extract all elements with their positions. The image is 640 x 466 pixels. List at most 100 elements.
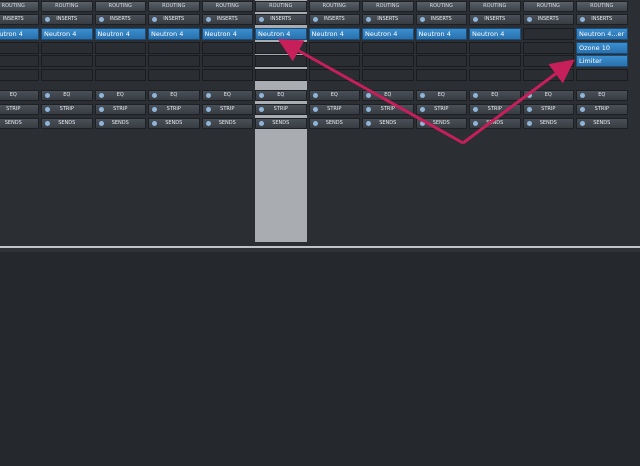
routing-button[interactable]: ROUTING (255, 1, 307, 12)
eq-section[interactable]: EQ (308, 90, 360, 101)
inserts-section-header[interactable]: INSERTS (0, 14, 39, 25)
routing-button[interactable]: ROUTING (469, 1, 521, 12)
insert-slot[interactable]: Neutron 4 (148, 28, 200, 40)
sends-section[interactable]: SENDS (415, 118, 467, 129)
insert-slot[interactable] (308, 41, 360, 54)
routing-button[interactable]: ROUTING (201, 1, 253, 12)
insert-slot[interactable] (469, 41, 521, 54)
strip-section[interactable]: STRIP (415, 104, 467, 115)
insert-slot[interactable] (201, 41, 253, 54)
insert-slot[interactable] (148, 68, 200, 81)
inserts-section-header[interactable]: INSERTS (522, 14, 574, 25)
inserts-section-header[interactable]: INSERTS (201, 14, 253, 25)
strip-section[interactable]: STRIP (148, 104, 200, 115)
strip-section[interactable]: STRIP (362, 104, 414, 115)
sends-section[interactable]: SENDS (201, 118, 253, 129)
insert-slot[interactable] (362, 41, 414, 54)
inserts-section-header[interactable]: INSERTS (415, 14, 467, 25)
insert-slot[interactable] (148, 41, 200, 54)
inserts-section-header[interactable]: INSERTS (94, 14, 146, 25)
insert-slot[interactable] (148, 55, 200, 67)
eq-section[interactable]: EQ (0, 90, 39, 101)
inserts-section-header[interactable]: INSERTS (576, 14, 628, 25)
routing-button[interactable]: ROUTING (41, 1, 93, 12)
insert-slot[interactable] (415, 55, 467, 67)
eq-section[interactable]: EQ (362, 90, 414, 101)
insert-slot[interactable]: Ozone 10 (576, 41, 628, 54)
inserts-section-header[interactable]: INSERTS (362, 14, 414, 25)
eq-section[interactable]: EQ (576, 90, 628, 101)
insert-slot[interactable] (308, 68, 360, 81)
insert-slot[interactable]: Neutron 4 (255, 28, 307, 40)
insert-slot[interactable] (201, 68, 253, 81)
inserts-section-header[interactable]: INSERTS (255, 14, 307, 25)
insert-slot[interactable] (0, 68, 39, 81)
insert-slot[interactable]: Neutron 4 (362, 28, 414, 40)
strip-section[interactable]: STRIP (469, 104, 521, 115)
insert-slot[interactable]: Neutron 4...er (576, 28, 628, 40)
routing-button[interactable]: ROUTING (522, 1, 574, 12)
insert-slot[interactable]: Neutron 4 (201, 28, 253, 40)
sends-section[interactable]: SENDS (308, 118, 360, 129)
insert-slot[interactable] (41, 41, 93, 54)
eq-section[interactable]: EQ (41, 90, 93, 101)
sends-section[interactable]: SENDS (94, 118, 146, 129)
insert-slot[interactable] (0, 41, 39, 54)
sends-section[interactable]: SENDS (576, 118, 628, 129)
eq-section[interactable]: EQ (201, 90, 253, 101)
insert-slot[interactable] (308, 55, 360, 67)
insert-slot[interactable]: Neutron 4 (308, 28, 360, 40)
insert-slot[interactable] (255, 41, 307, 54)
routing-button[interactable]: ROUTING (576, 1, 628, 12)
sends-section[interactable]: SENDS (469, 118, 521, 129)
inserts-section-header[interactable]: INSERTS (308, 14, 360, 25)
insert-slot[interactable]: Neutron 4 (41, 28, 93, 40)
routing-button[interactable]: ROUTING (362, 1, 414, 12)
insert-slot[interactable] (255, 55, 307, 67)
insert-slot[interactable]: Neutron 4 (469, 28, 521, 40)
routing-button[interactable]: ROUTING (308, 1, 360, 12)
eq-section[interactable]: EQ (415, 90, 467, 101)
eq-section[interactable]: EQ (469, 90, 521, 101)
inserts-section-header[interactable]: INSERTS (41, 14, 93, 25)
strip-section[interactable]: STRIP (0, 104, 39, 115)
routing-button[interactable]: ROUTING (94, 1, 146, 12)
insert-slot[interactable] (522, 68, 574, 81)
strip-section[interactable]: STRIP (255, 104, 307, 115)
insert-slot[interactable] (362, 68, 414, 81)
insert-slot[interactable]: Neutron 4 (0, 28, 39, 40)
insert-slot[interactable] (94, 41, 146, 54)
inserts-section-header[interactable]: INSERTS (148, 14, 200, 25)
insert-slot[interactable] (201, 55, 253, 67)
insert-slot[interactable] (362, 55, 414, 67)
insert-slot[interactable]: Neutron 4 (415, 28, 467, 40)
eq-section[interactable]: EQ (255, 90, 307, 101)
insert-slot[interactable]: Neutron 4 (94, 28, 146, 40)
insert-slot[interactable] (469, 55, 521, 67)
strip-section[interactable]: STRIP (522, 104, 574, 115)
sends-section[interactable]: SENDS (255, 118, 307, 129)
sends-section[interactable]: SENDS (362, 118, 414, 129)
insert-slot[interactable]: Limiter (576, 55, 628, 67)
insert-slot[interactable] (522, 28, 574, 40)
strip-section[interactable]: STRIP (94, 104, 146, 115)
strip-section[interactable]: STRIP (308, 104, 360, 115)
insert-slot[interactable] (576, 68, 628, 81)
sends-section[interactable]: SENDS (522, 118, 574, 129)
strip-section[interactable]: STRIP (201, 104, 253, 115)
sends-section[interactable]: SENDS (41, 118, 93, 129)
insert-slot[interactable] (415, 68, 467, 81)
insert-slot[interactable] (41, 55, 93, 67)
insert-slot[interactable] (41, 68, 93, 81)
insert-slot[interactable] (0, 55, 39, 67)
insert-slot[interactable] (94, 68, 146, 81)
routing-button[interactable]: ROUTING (415, 1, 467, 12)
strip-section[interactable]: STRIP (576, 104, 628, 115)
eq-section[interactable]: EQ (522, 90, 574, 101)
insert-slot[interactable] (522, 55, 574, 67)
eq-section[interactable]: EQ (94, 90, 146, 101)
eq-section[interactable]: EQ (148, 90, 200, 101)
strip-section[interactable]: STRIP (41, 104, 93, 115)
inserts-section-header[interactable]: INSERTS (469, 14, 521, 25)
sends-section[interactable]: SENDS (148, 118, 200, 129)
